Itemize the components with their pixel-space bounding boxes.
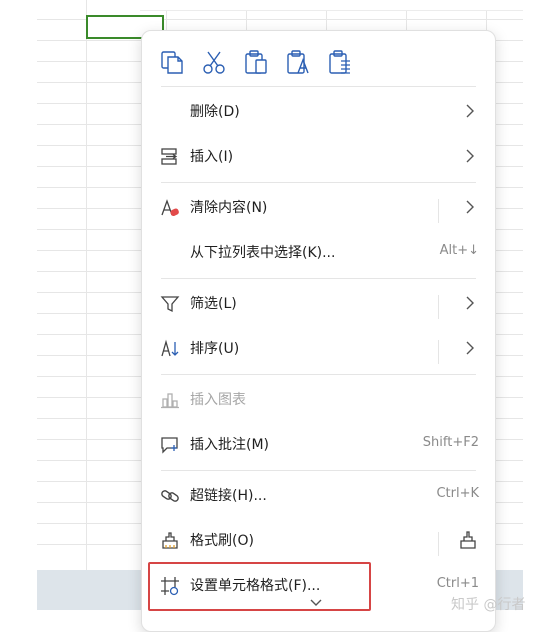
menu-item-insert-chart-label: 插入图表 — [190, 392, 246, 408]
cut-icon[interactable] — [199, 47, 229, 77]
paste-special-icon[interactable] — [325, 47, 355, 77]
chart-icon — [159, 389, 181, 411]
menu-item-format-painter[interactable]: 格式刷(O) — [142, 520, 495, 560]
menu-item-format-painter-label: 格式刷(O) — [190, 533, 254, 549]
eraser-icon — [159, 197, 181, 219]
filter-icon — [159, 293, 181, 315]
menu-item-sort[interactable]: 排序(U) — [142, 328, 495, 368]
sheet-header-strip — [140, 0, 523, 11]
insert-comment-shortcut: Shift+F2 — [422, 435, 479, 450]
chevron-right-icon — [466, 341, 474, 355]
menu-item-delete-label: 删除(D) — [190, 104, 240, 120]
menu-item-clear-contents[interactable]: 清除内容(N) — [142, 187, 495, 227]
menu-item-pick-from-list-label: 从下拉列表中选择(K)... — [190, 245, 336, 261]
menu-item-insert-label: 插入(I) — [190, 149, 234, 165]
pick-from-list-shortcut: Alt+↓ — [439, 243, 479, 258]
paste-text-icon[interactable] — [283, 47, 313, 77]
chevron-right-icon — [466, 296, 474, 310]
menu-item-insert-chart[interactable]: 插入图表 — [142, 379, 495, 419]
menu-item-insert-comment-label: 插入批注(M) — [190, 437, 270, 453]
menu-item-sort-label: 排序(U) — [190, 341, 240, 357]
menu-item-filter-label: 筛选(L) — [190, 296, 237, 312]
quick-action-bar — [142, 31, 495, 86]
menu-item-filter[interactable]: 筛选(L) — [142, 283, 495, 323]
menu-item-insert-comment[interactable]: 插入批注(M) Shift+F2 — [142, 424, 495, 464]
menu-item-insert[interactable]: 插入(I) — [142, 136, 495, 176]
menu-item-clear-contents-label: 清除内容(N) — [190, 200, 268, 216]
link-icon — [159, 485, 181, 507]
sort-icon — [159, 338, 181, 360]
comment-icon — [159, 434, 181, 456]
format-cells-highlight-box — [148, 562, 371, 611]
insert-icon — [159, 146, 181, 168]
format-painter-icon — [159, 530, 181, 552]
chevron-right-icon — [466, 200, 474, 214]
format-painter-lock-icon[interactable] — [457, 529, 479, 551]
chevron-right-icon — [466, 104, 474, 118]
format-cells-shortcut: Ctrl+1 — [436, 576, 479, 591]
menu-item-pick-from-list[interactable]: 从下拉列表中选择(K)... Alt+↓ — [142, 232, 495, 272]
menu-item-hyperlink[interactable]: 超链接(H)... Ctrl+K — [142, 475, 495, 515]
watermark: 知乎 @行者 — [451, 597, 526, 613]
paste-icon[interactable] — [241, 47, 271, 77]
context-menu: 删除(D) 插入(I) 清除内容(N) 从下拉列表中选择(K)... Alt+↓ — [141, 30, 496, 632]
menu-item-hyperlink-label: 超链接(H)... — [190, 488, 267, 504]
hyperlink-shortcut: Ctrl+K — [436, 486, 479, 501]
chevron-down-icon[interactable] — [308, 597, 324, 609]
chevron-right-icon — [466, 149, 474, 163]
menu-item-delete[interactable]: 删除(D) — [142, 91, 495, 131]
copy-icon[interactable] — [157, 47, 187, 77]
